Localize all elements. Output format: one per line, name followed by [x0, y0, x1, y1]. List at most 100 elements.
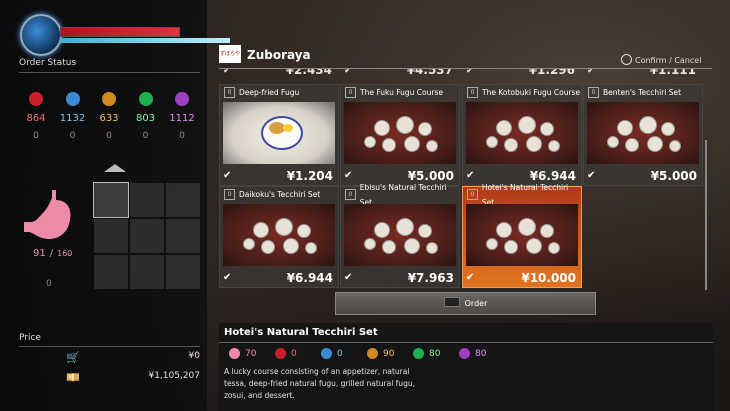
flame-icon [413, 348, 424, 359]
stat-delta: 0 [142, 131, 149, 141]
selected-item-stat: 80 [413, 348, 459, 359]
stat-delta: 0 [69, 131, 76, 141]
stat-delta: 0 [106, 131, 112, 141]
check-icon: ✔ [587, 69, 595, 76]
hand-icon [102, 92, 116, 106]
money-icon: 💴 [66, 371, 80, 384]
check-icon: ✔ [587, 170, 596, 181]
menu-item-image [223, 204, 335, 266]
order-slot[interactable] [130, 219, 164, 253]
selected-item-stat: 90 [367, 348, 413, 359]
star-icon [175, 92, 189, 106]
menu-item-price: ¥10.000 [521, 271, 576, 285]
item-description-panel: Hotei's Natural Tecchiri Set 70 0 0 90 80 80 … [219, 323, 713, 411]
partial-item-price: ¥1.296 [528, 69, 575, 77]
partial-menu-item[interactable]: ✔ ¥1.296 [462, 69, 580, 79]
price-divider [19, 346, 200, 347]
heat-bar [60, 38, 230, 43]
order-slot[interactable] [166, 255, 200, 289]
stat-technique: 633 0 [91, 92, 127, 141]
stat-list: 864 0 1132 0 633 0 803 0 1112 0 [18, 92, 200, 141]
partial-menu-item[interactable]: ✔ ¥4.537 [340, 69, 458, 79]
menu-item-price: ¥6.944 [286, 271, 333, 285]
order-slot[interactable] [94, 219, 128, 253]
order-button[interactable]: Order [335, 292, 596, 315]
menu-item-card[interactable]: 0 Hotei's Natural Tecchiri Set ✔ ¥10.000 [462, 183, 582, 288]
status-panel: Order Status 864 0 1132 0 633 0 803 0 1112 0 91/1… [0, 0, 230, 411]
stat-strength: 864 0 [18, 92, 54, 141]
heat-bar-fill [60, 38, 230, 43]
menu-item-header: 0 The Kotobuki Fugu Course [463, 85, 581, 100]
order-slot[interactable] [93, 182, 129, 218]
menu-item-image [344, 204, 456, 266]
menu-item-price: ¥7.963 [407, 271, 454, 285]
order-slot[interactable] [94, 255, 128, 289]
selected-item-description: A lucky course consisting of an appetize… [224, 367, 415, 400]
check-icon: ✔ [466, 272, 475, 283]
check-icon: ✔ [223, 272, 232, 283]
order-slot[interactable] [130, 183, 164, 217]
menu-item-image [587, 102, 699, 164]
stat-heat: 803 0 [128, 92, 164, 141]
order-status-label: Order Status [19, 58, 77, 68]
order-slot[interactable] [166, 183, 200, 217]
selected-stat-value: 70 [245, 348, 257, 359]
menu-item-card[interactable]: 0 Ebisu's Natural Tecchiri Set ✔ ¥7.963 [340, 183, 460, 288]
menu-item-image [223, 102, 335, 164]
selected-stat-value: 80 [429, 348, 441, 359]
order-status-divider [19, 72, 200, 73]
menu-item-card[interactable]: 0 The Kotobuki Fugu Course ✔ ¥6.944 [462, 84, 582, 186]
selected-item-stat: 70 [229, 348, 275, 359]
order-button-label: Order [464, 299, 488, 308]
order-slot[interactable] [130, 255, 164, 289]
item-quantity: 0 [588, 87, 599, 98]
touchpad-button-icon [443, 297, 460, 307]
partial-item-price: ¥1.111 [649, 69, 696, 77]
price-label: Price [19, 333, 41, 343]
confirm-cancel-label: Confirm / Cancel [635, 56, 702, 65]
menu-item-card[interactable]: 0 Daikoku's Tecchiri Set ✔ ¥6.944 [219, 186, 339, 288]
menu-item-title: Daikoku's Tecchiri Set [239, 190, 321, 199]
description-divider [219, 342, 713, 343]
star-icon [459, 348, 470, 359]
grid-scroll-up-arrow-icon[interactable] [104, 164, 126, 172]
stomach-delta: 0 [46, 279, 52, 289]
stat-value: 864 [26, 113, 46, 124]
selected-item-stat: 80 [459, 348, 505, 359]
partial-item-price: ¥4.537 [406, 69, 453, 77]
check-icon: ✔ [466, 69, 474, 76]
stomach-value: 91/160 [33, 248, 72, 259]
partial-menu-item[interactable]: ✔ ¥1.111 [583, 69, 701, 79]
shop-logo: ずぼらや [219, 45, 241, 63]
menu-item-title: The Kotobuki Fugu Course [482, 88, 581, 97]
menu-item-title: The Fuku Fugu Course [360, 88, 443, 97]
stat-spirit: 1112 0 [164, 92, 200, 141]
swirl-icon [65, 92, 80, 106]
menu-item-image [466, 102, 578, 164]
selected-stat-value: 0 [291, 348, 297, 359]
stat-value: 633 [99, 113, 119, 124]
menu-item-header: 0 Hotei's Natural Tecchiri Set [463, 183, 581, 207]
menu-item-image [344, 102, 456, 164]
menu-item-card[interactable]: 0 Deep-fried Fugu ✔ ¥1.204 [219, 84, 339, 186]
partial-item-price: ¥2.434 [285, 69, 332, 77]
order-slot[interactable] [166, 219, 200, 253]
dragon-emblem-icon [20, 14, 62, 56]
menu-scrollbar[interactable] [705, 140, 707, 290]
circle-button-icon [621, 54, 632, 65]
menu-item-title: Benten's Tecchiri Set [603, 88, 682, 97]
confirm-cancel-hint: Confirm / Cancel [621, 54, 701, 65]
cart-price-row: 🛒 ¥0 [66, 351, 200, 364]
stat-delta: 0 [33, 131, 39, 141]
menu-item-card[interactable]: 0 Benten's Tecchiri Set ✔ ¥5.000 [583, 84, 703, 186]
shop-name: Zuboraya [247, 48, 311, 62]
hand-icon [367, 348, 378, 359]
cart-price-value: ¥0 [188, 351, 200, 361]
check-icon: ✔ [344, 272, 353, 283]
order-slot-grid [93, 182, 200, 289]
menu-item-image [466, 204, 578, 266]
check-icon: ✔ [223, 170, 232, 181]
partial-menu-item[interactable]: ✔ ¥2.434 [219, 69, 337, 79]
menu-item-card[interactable]: 0 The Fuku Fugu Course ✔ ¥5.000 [340, 84, 460, 186]
stomach-current: 91 [33, 248, 46, 259]
